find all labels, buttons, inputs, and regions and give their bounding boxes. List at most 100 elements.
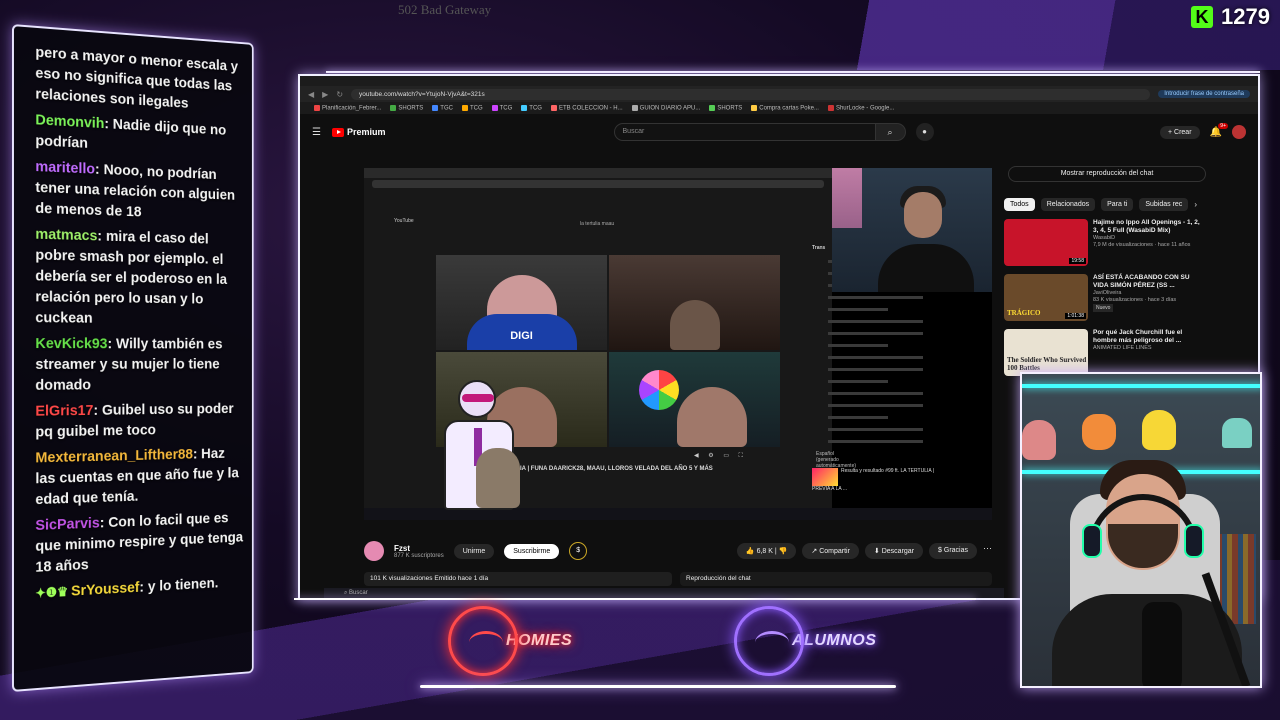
chat-username[interactable]: Demonvih [35,111,104,132]
bookmark-item[interactable]: ETB COLECCION - H... [550,104,623,112]
vtuber-dog [476,448,520,508]
video-title[interactable]: ASÍ ESTÁ ACABANDO CON SU VIDA SIMÓN PÉRE… [1093,274,1203,290]
thanks-button[interactable]: $ Gracias [929,543,977,559]
video-player[interactable]: YouTube la tertulia maau DIGI ◀ ⚙ ▭ ⛶ UL… [364,168,992,520]
transcript-line [828,380,888,383]
password-hint-button[interactable]: Introducir frase de contraseña [1158,90,1250,98]
bookmark-favicon-icon [491,104,498,111]
bookmark-favicon-icon [751,104,758,111]
bookmark-label: Compra cartas Poke... [759,105,819,112]
chat-username[interactable]: ElGris17 [35,402,93,420]
bookmark-label: SHORTS [398,105,424,112]
more-options-icon[interactable]: ⋯ [983,543,992,559]
video-channel[interactable]: JaviOliveira [1093,290,1203,297]
chat-username[interactable]: KevKick93 [35,335,107,352]
kick-logo-icon: K [1191,6,1214,28]
video-channel[interactable]: ANIMATED LIFE LINES [1093,345,1203,352]
bookmark-item[interactable]: GUION DIARIO APU... [631,104,700,111]
transcript-line [828,428,923,431]
youtube-logo[interactable]: Premium [332,127,386,137]
account-avatar[interactable] [1232,125,1246,139]
bookmark-item[interactable]: TGC [432,104,453,111]
transcript-line [828,332,923,335]
video-meta: 83 K visualizaciones · hace 3 días [1093,297,1177,303]
chat-username[interactable]: Mexterranean_Lifther88 [35,446,193,466]
bookmark-favicon-icon [827,104,834,111]
share-label: Compartir [819,548,850,555]
filter-chip[interactable]: Para ti [1101,198,1134,211]
chat-message: maritello: Nooo, no podrían tener una re… [35,156,243,226]
led-shelf [1022,384,1260,388]
filter-chip[interactable]: Todos [1004,198,1035,211]
chat-message: SicParvis: Con lo facil que es que minim… [35,507,243,577]
filter-chip[interactable]: Relacionados [1040,198,1096,211]
bookmark-item[interactable]: TCG [461,104,483,111]
reload-icon[interactable]: ↻ [336,90,343,99]
plush-figure [1022,420,1056,460]
call-tile [609,352,780,447]
hamburger-menu-icon[interactable]: ☰ [312,127,322,138]
search-icon[interactable]: ⌕ [875,123,906,141]
inner-addressbar [372,180,824,188]
chat-username[interactable]: SicParvis [35,515,99,534]
windows-taskbar: ⌕ Buscar [324,588,1004,598]
viewer-count: 1279 [1221,4,1270,29]
search-input[interactable]: Buscar [613,123,876,141]
inner-search-text: la tertulia maau [580,221,615,227]
subscribe-button[interactable]: Suscribirme [504,543,560,559]
bookmark-item[interactable]: SHORTS [709,104,742,111]
address-bar-row: ◀ ▶ ↻ youtube.com/watch?v=YtujoN-VjvA&t=… [300,86,1258,102]
bookmark-item[interactable]: ShurLocke - Google... [827,104,894,111]
forward-icon[interactable]: ▶ [322,90,328,99]
thanks-label: Gracias [943,547,968,554]
filter-chip[interactable]: Subidas rec [1139,198,1189,211]
chat-username[interactable]: SrYoussef [71,579,139,599]
channel-name[interactable]: Fzst [394,544,444,553]
browser-tab-bar[interactable] [300,76,1258,86]
video-actions: 👍 6,8 K | 👎 ↗ Compartir ⬇ Descargar $ Gr… [736,543,992,559]
chevron-right-icon[interactable]: › [1194,200,1197,209]
video-thumbnail[interactable]: TRÁGICO 1:01:38 [1004,274,1088,321]
bookmark-item[interactable]: Compra cartas Poke... [751,104,819,112]
bookmark-favicon-icon [432,104,439,111]
back-icon[interactable]: ◀ [308,90,314,99]
notifications-bell-icon[interactable]: 🔔 9+ [1210,122,1228,138]
video-thumbnail[interactable]: The Soldier Who Survived 100 Battles [1004,329,1088,376]
url-field[interactable]: youtube.com/watch?v=YtujoN-VjvA&t=321s [351,88,1151,100]
video-title[interactable]: Hajime no Ippo All Openings - 1, 2, 3, 4… [1093,219,1203,235]
bookmark-item[interactable]: TCG [521,104,542,111]
taskbar-search[interactable]: Buscar [349,590,368,596]
bookmark-item[interactable]: SHORTS [390,104,424,112]
chat-text: pero a mayor o menor escala y eso no sig… [35,43,239,112]
recommended-video[interactable]: The Soldier Who Survived 100 Battles Por … [1004,329,1254,376]
transcript-line [828,416,888,419]
tip-button[interactable]: $ [569,542,588,560]
create-button[interactable]: + Crear [1159,125,1200,139]
video-title[interactable]: Por qué Jack Churchill fue el hombre más… [1093,329,1203,345]
share-button[interactable]: ↗ Compartir [802,543,859,559]
microphone-icon[interactable]: ● [915,123,934,141]
like-button[interactable]: 👍 6,8 K | 👎 [736,543,797,559]
bookmark-label: ETB COLECCION - H... [558,105,623,112]
show-chat-replay-button[interactable]: Mostrar reproducción del chat [1008,166,1206,182]
chat-replay-header[interactable]: Reproducción del chat [680,572,992,586]
transcript-line [828,404,923,407]
recommended-video[interactable]: TRÁGICO 1:01:38 ASÍ ESTÁ ACABANDO CON SU V… [1004,274,1254,321]
video-description[interactable]: 101 K visualizaciones Emitido hace 1 día [364,572,672,586]
chat-username[interactable]: maritello [35,158,95,177]
bookmark-favicon-icon [521,104,528,111]
chat-username[interactable]: matmacs [35,226,97,245]
video-channel[interactable]: WasabiD [1093,235,1203,242]
download-button[interactable]: ⬇ Descargar [864,543,924,559]
recommended-video[interactable]: 19:58 Hajime no Ippo All Openings - 1, 2,… [1004,219,1254,266]
plush-figure [1142,410,1176,450]
video-thumbnail[interactable]: 19:58 [1004,219,1088,266]
join-button[interactable]: Unirme [453,543,495,559]
search-box: Buscar ⌕ [396,123,906,141]
bookmark-favicon-icon [631,104,638,111]
channel-avatar[interactable] [364,541,384,561]
bookmark-item[interactable]: Planificación_Febrer... [314,104,381,111]
plush-figure [1222,418,1252,448]
bookmark-item[interactable]: TCG [491,104,512,111]
neon-divider [420,685,896,688]
